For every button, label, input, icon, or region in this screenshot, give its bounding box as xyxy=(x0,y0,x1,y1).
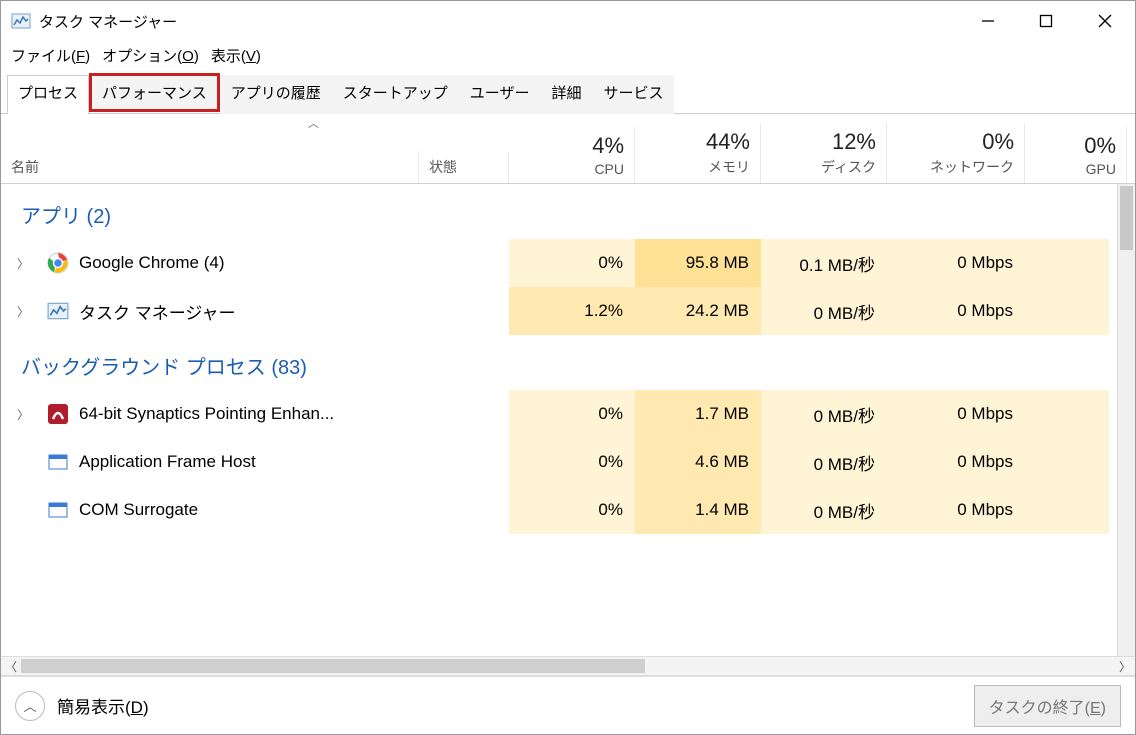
menu-view[interactable]: 表示(V) xyxy=(211,45,261,66)
scroll-right-arrow[interactable]: 〉 xyxy=(1115,658,1135,675)
cpu-cell: 1.2% xyxy=(509,287,635,335)
process-name: タスク マネージャー xyxy=(79,299,236,324)
chevron-right-icon[interactable]: 〉 xyxy=(17,406,37,423)
column-disk-label: ディスク xyxy=(771,157,876,177)
column-gpu[interactable]: 0% GPU xyxy=(1025,127,1127,183)
window-app-icon xyxy=(47,451,69,473)
column-memory[interactable]: 44% メモリ xyxy=(635,123,761,183)
column-network[interactable]: 0% ネットワーク xyxy=(887,123,1025,183)
scrollbar-thumb[interactable] xyxy=(21,659,645,673)
chevron-right-icon[interactable]: 〉 xyxy=(17,255,37,272)
cpu-usage-pct: 4% xyxy=(519,133,624,159)
table-row[interactable]: 〉 タスク マネージャー 1.2% 24.2 MB 0 MB/秒 0 Mbps xyxy=(1,287,1135,335)
disk-usage-pct: 12% xyxy=(771,129,876,155)
process-list: アプリ (2) 〉 Google Chrome (4) 0% 95.8 MB 0… xyxy=(1,184,1135,656)
table-row[interactable]: 〉 Google Chrome (4) 0% 95.8 MB 0.1 MB/秒 … xyxy=(1,239,1135,287)
table-row[interactable]: 〉 64-bit Synaptics Pointing Enhan... 0% … xyxy=(1,390,1135,438)
process-name: Google Chrome (4) xyxy=(79,253,225,273)
disk-cell: 0 MB/秒 xyxy=(761,438,887,486)
disk-cell: 0.1 MB/秒 xyxy=(761,239,887,287)
fewer-details-label[interactable]: 簡易表示(D) xyxy=(57,693,149,718)
chevron-up-icon: ︿ xyxy=(23,696,36,715)
cpu-cell: 0% xyxy=(509,390,635,438)
chrome-icon xyxy=(47,252,69,274)
disk-cell: 0 MB/秒 xyxy=(761,287,887,335)
minimize-button[interactable] xyxy=(959,1,1017,41)
chevron-right-icon[interactable]: 〉 xyxy=(17,303,37,320)
mem-cell: 1.7 MB xyxy=(635,390,761,438)
fewer-details-button[interactable]: ︿ xyxy=(15,691,45,721)
taskmgr-icon xyxy=(47,300,69,322)
scroll-left-arrow[interactable]: 〈 xyxy=(1,658,21,675)
column-name-label: 名前 xyxy=(11,157,39,177)
footer: ︿ 簡易表示(D) タスクの終了(E) xyxy=(1,676,1135,734)
process-name: Application Frame Host xyxy=(79,452,256,472)
net-cell: 0 Mbps xyxy=(887,390,1025,438)
menu-options[interactable]: オプション(O) xyxy=(102,45,199,66)
column-memory-label: メモリ xyxy=(645,157,750,177)
column-cpu[interactable]: 4% CPU xyxy=(509,127,635,183)
scrollbar-thumb[interactable] xyxy=(1120,186,1133,250)
tab-performance[interactable]: パフォーマンス xyxy=(89,73,220,112)
menu-file[interactable]: ファイル(F) xyxy=(11,45,90,66)
net-cell: 0 Mbps xyxy=(887,239,1025,287)
process-name: 64-bit Synaptics Pointing Enhan... xyxy=(79,404,334,424)
menubar: ファイル(F) オプション(O) 表示(V) xyxy=(1,41,1135,70)
column-header-row: 名前 ︿ 状態 4% CPU 44% メモリ 12% ディスク 0% ネットワー… xyxy=(1,114,1135,184)
net-cell: 0 Mbps xyxy=(887,438,1025,486)
synaptics-icon xyxy=(47,403,69,425)
tab-strip: プロセス パフォーマンス アプリの履歴 スタートアップ ユーザー 詳細 サービス xyxy=(1,70,1135,114)
taskmgr-icon xyxy=(11,11,31,31)
group-background[interactable]: バックグラウンド プロセス (83) xyxy=(1,335,1135,390)
table-row[interactable]: 〉 Application Frame Host 0% 4.6 MB 0 MB/… xyxy=(1,438,1135,486)
column-status[interactable]: 状態 xyxy=(419,151,509,183)
mem-cell: 95.8 MB xyxy=(635,239,761,287)
titlebar: タスク マネージャー xyxy=(1,1,1135,41)
net-usage-pct: 0% xyxy=(897,129,1014,155)
disk-cell: 0 MB/秒 xyxy=(761,486,887,534)
table-row[interactable]: 〉 COM Surrogate 0% 1.4 MB 0 MB/秒 0 Mbps xyxy=(1,486,1135,534)
tab-users[interactable]: ユーザー xyxy=(459,75,541,114)
close-button[interactable] xyxy=(1075,1,1135,41)
end-task-button[interactable]: タスクの終了(E) xyxy=(974,685,1121,727)
mem-cell: 1.4 MB xyxy=(635,486,761,534)
cpu-cell: 0% xyxy=(509,486,635,534)
mem-cell: 24.2 MB xyxy=(635,287,761,335)
process-name: COM Surrogate xyxy=(79,500,198,520)
gpu-usage-pct: 0% xyxy=(1035,133,1116,159)
net-cell: 0 Mbps xyxy=(887,486,1025,534)
column-name[interactable]: 名前 ︿ xyxy=(1,151,419,183)
cpu-cell: 0% xyxy=(509,438,635,486)
column-gpu-label: GPU xyxy=(1035,161,1116,177)
tab-startup[interactable]: スタートアップ xyxy=(332,75,459,114)
disk-cell: 0 MB/秒 xyxy=(761,390,887,438)
group-apps[interactable]: アプリ (2) xyxy=(1,184,1135,239)
tab-processes[interactable]: プロセス xyxy=(7,75,89,114)
tab-details[interactable]: 詳細 xyxy=(540,75,592,114)
horizontal-scrollbar[interactable]: 〈 〉 xyxy=(1,656,1135,676)
tab-app-history[interactable]: アプリの履歴 xyxy=(220,75,332,114)
tab-services[interactable]: サービス xyxy=(592,75,674,114)
maximize-button[interactable] xyxy=(1017,1,1075,41)
mem-cell: 4.6 MB xyxy=(635,438,761,486)
sort-caret-icon: ︿ xyxy=(308,115,319,131)
cpu-cell: 0% xyxy=(509,239,635,287)
column-status-label: 状態 xyxy=(429,157,498,177)
vertical-scrollbar[interactable] xyxy=(1117,184,1135,656)
window-app-icon xyxy=(47,499,69,521)
window-title: タスク マネージャー xyxy=(39,11,177,32)
column-network-label: ネットワーク xyxy=(897,157,1014,177)
column-disk[interactable]: 12% ディスク xyxy=(761,123,887,183)
mem-usage-pct: 44% xyxy=(645,129,750,155)
column-cpu-label: CPU xyxy=(519,161,624,177)
net-cell: 0 Mbps xyxy=(887,287,1025,335)
